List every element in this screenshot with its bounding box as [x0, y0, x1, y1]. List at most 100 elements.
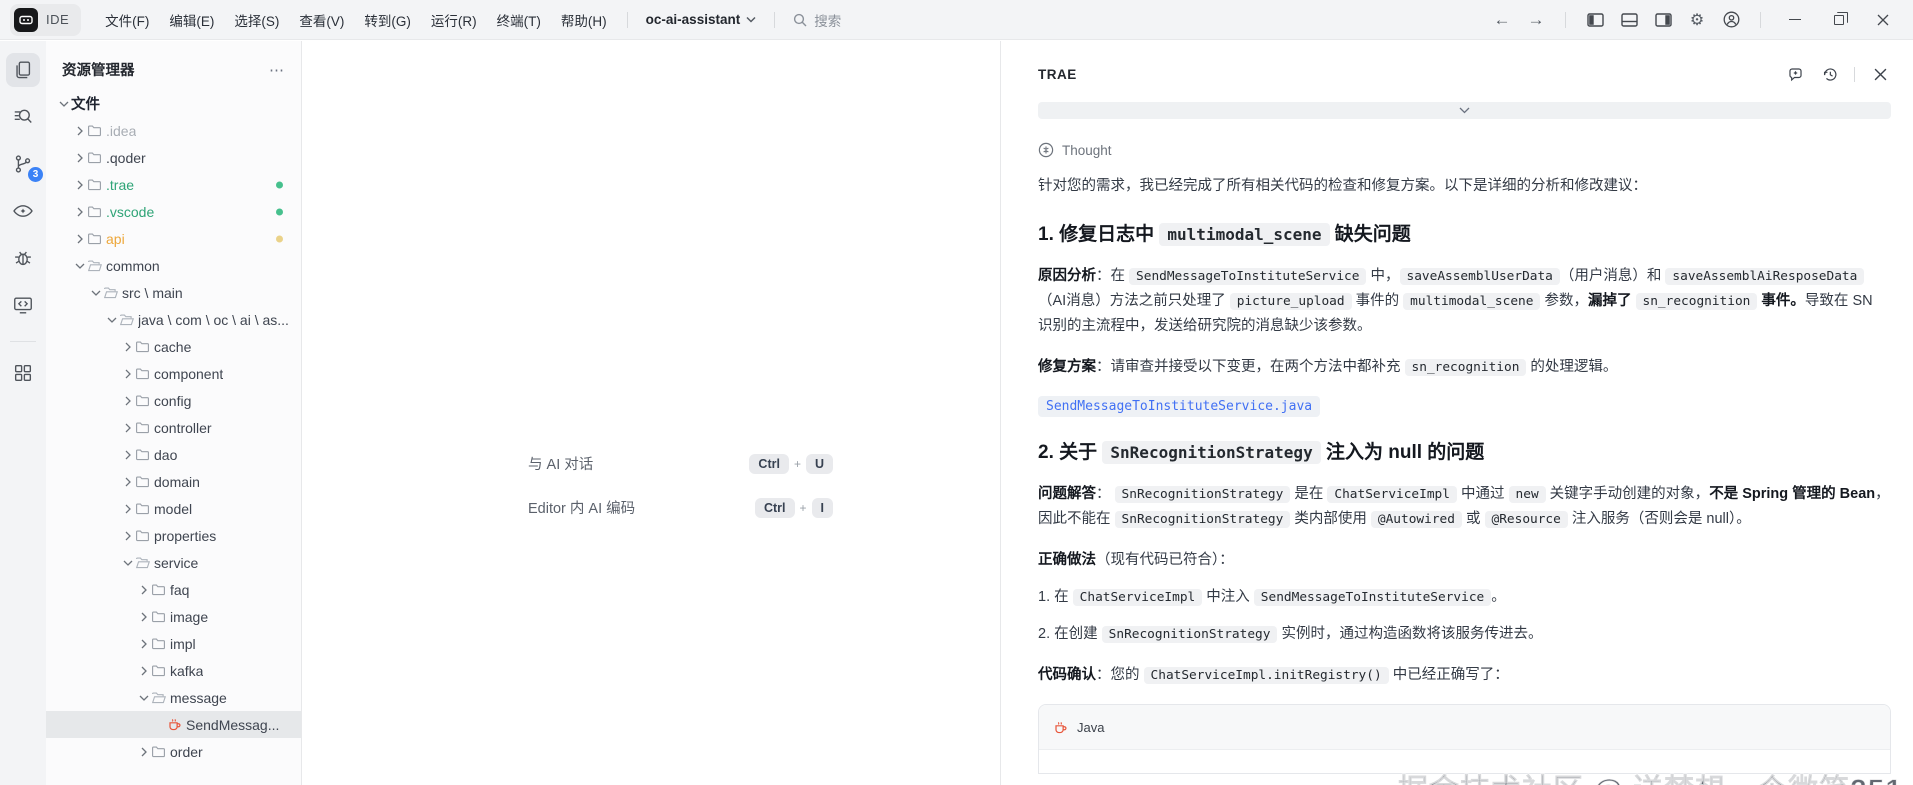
folder-open-icon — [119, 312, 138, 327]
tree-folder-item[interactable]: dao — [46, 441, 301, 468]
folder-icon — [151, 582, 170, 597]
global-search[interactable]: 搜索 — [785, 6, 849, 34]
tree-item-label: image — [170, 608, 209, 625]
tree-folder-item[interactable]: .idea — [46, 117, 301, 144]
explorer-files-icon[interactable] — [6, 53, 40, 87]
tree-folder-item[interactable]: order — [46, 738, 301, 765]
inline-code-chip: saveAssemblUserData — [1399, 268, 1560, 285]
menu-item[interactable]: 终端(T) — [487, 6, 551, 34]
tree-folder-item[interactable]: .qoder — [46, 144, 301, 171]
tree-folder-item[interactable]: cache — [46, 333, 301, 360]
restore-icon[interactable] — [1819, 6, 1859, 34]
chat-paragraph: 正确做法（现有代码已符合）： — [1038, 548, 1891, 573]
extensions-grid-icon[interactable] — [6, 356, 40, 390]
inline-code-chip: SendMessageToInstituteService — [1129, 268, 1367, 285]
menu-item[interactable]: 查看(V) — [289, 6, 354, 34]
folder-icon — [87, 123, 106, 138]
folder-icon — [87, 177, 106, 192]
layout-bottom-icon[interactable] — [1614, 6, 1644, 34]
text-segment: ：在 — [1096, 268, 1130, 284]
back-arrow-icon[interactable]: ← — [1487, 6, 1517, 34]
source-control-icon[interactable]: 3 — [6, 147, 43, 182]
account-icon[interactable] — [1716, 6, 1746, 34]
tree-folder-item[interactable]: component — [46, 360, 301, 387]
shortcut-hint-row: Editor 内 AI 编码 Ctrl + I — [528, 497, 833, 518]
tree-folder-item[interactable]: common — [46, 252, 301, 279]
inline-code-chip: @Resource — [1484, 511, 1568, 528]
thought-label: Thought — [1062, 142, 1112, 158]
folder-icon — [151, 609, 170, 624]
tree-folder-item[interactable]: .trae — [46, 171, 301, 198]
search-icon — [794, 13, 807, 26]
preview-eye-icon[interactable] — [6, 194, 40, 228]
history-icon[interactable] — [1816, 61, 1842, 87]
text-segment: ： — [1096, 486, 1115, 502]
layout-left-icon[interactable] — [1580, 6, 1610, 34]
tree-folder-item[interactable]: image — [46, 603, 301, 630]
close-icon[interactable] — [1863, 6, 1903, 34]
app-logo[interactable]: IDE — [10, 3, 82, 36]
menu-item[interactable]: 选择(S) — [224, 6, 289, 34]
tree-folder-item[interactable]: .vscode — [46, 198, 301, 225]
tree-file-item[interactable]: SendMessag... — [46, 711, 301, 738]
tree-folder-item[interactable]: config — [46, 387, 301, 414]
layout-right-icon[interactable] — [1648, 6, 1678, 34]
tree-folder-item[interactable]: kafka — [46, 657, 301, 684]
conversation-collapse-bar[interactable] — [1038, 102, 1891, 119]
thought-row[interactable]: Thought — [1038, 142, 1891, 158]
debug-bug-icon[interactable] — [6, 241, 40, 275]
text-segment: 注入为 null 的问题 — [1320, 442, 1485, 463]
tree-folder-item[interactable]: message — [46, 684, 301, 711]
tree-folder-item[interactable]: service — [46, 549, 301, 576]
file-link[interactable]: SendMessageToInstituteService.java — [1038, 396, 1321, 417]
tree-folder-item[interactable]: 文件 — [46, 90, 301, 117]
tree-folder-item[interactable]: controller — [46, 414, 301, 441]
folder-icon — [135, 474, 154, 489]
activity-bar-divider — [10, 341, 36, 342]
menu-item[interactable]: 运行(R) — [421, 6, 487, 34]
tree-folder-item[interactable]: impl — [46, 630, 301, 657]
tree-folder-item[interactable]: properties — [46, 522, 301, 549]
titlebar-divider — [1760, 11, 1761, 28]
folder-open-icon — [87, 258, 106, 273]
tree-folder-item[interactable]: faq — [46, 576, 301, 603]
sidebar-header: 资源管理器 ⋯ — [46, 41, 301, 90]
editor-shortcut-hints: 与 AI 对话 Ctrl + U Editor 内 AI 编码 Ctrl + I — [528, 453, 833, 518]
shortcut-hint-row: 与 AI 对话 Ctrl + U — [528, 453, 833, 474]
tree-folder-item[interactable]: src \ main — [46, 279, 301, 306]
inline-code-chip: sn_recognition — [1635, 293, 1758, 310]
chevron-right-icon — [120, 477, 135, 487]
key-cap: Ctrl — [754, 497, 795, 518]
tree-folder-item[interactable]: domain — [46, 468, 301, 495]
settings-gear-icon[interactable]: ⚙ — [1682, 6, 1712, 34]
chevron-right-icon — [72, 180, 87, 190]
tree-item-label: api — [106, 230, 125, 247]
project-selector[interactable]: oc-ai-assistant — [638, 8, 765, 31]
folder-icon — [135, 501, 154, 516]
tree-item-label: SendMessag... — [186, 716, 280, 733]
more-actions-icon[interactable]: ⋯ — [269, 61, 285, 79]
tree-folder-item[interactable]: api — [46, 225, 301, 252]
forward-arrow-icon[interactable]: → — [1521, 6, 1551, 34]
inline-code-chip: multimodal_scene — [1403, 293, 1541, 310]
menu-item[interactable]: 转到(G) — [354, 6, 421, 34]
text-segment: ：您的 — [1096, 667, 1144, 683]
remote-screen-icon[interactable] — [6, 288, 40, 322]
close-panel-icon[interactable] — [1867, 61, 1893, 87]
minimize-icon[interactable] — [1775, 6, 1815, 34]
bold-text: 原因分析 — [1038, 268, 1096, 284]
tree-item-label: component — [154, 365, 224, 382]
key-plus: + — [793, 456, 801, 471]
editor-area[interactable]: 与 AI 对话 Ctrl + U Editor 内 AI 编码 Ctrl + I — [303, 41, 1000, 785]
tree-folder-item[interactable]: java \ com \ oc \ ai \ as... — [46, 306, 301, 333]
menu-item[interactable]: 文件(F) — [95, 6, 159, 34]
titlebar-divider — [1565, 11, 1566, 28]
chevron-right-icon — [136, 639, 151, 649]
tree-folder-item[interactable]: model — [46, 495, 301, 522]
menu-item[interactable]: 帮助(H) — [551, 6, 617, 34]
search-icon[interactable] — [6, 100, 40, 134]
text-segment: 中已经正确写了： — [1388, 667, 1509, 683]
menu-item[interactable]: 编辑(E) — [159, 6, 224, 34]
text-segment: 实例时，通过构造函数将该服务传进去。 — [1277, 626, 1543, 642]
new-chat-icon[interactable] — [1782, 61, 1808, 87]
